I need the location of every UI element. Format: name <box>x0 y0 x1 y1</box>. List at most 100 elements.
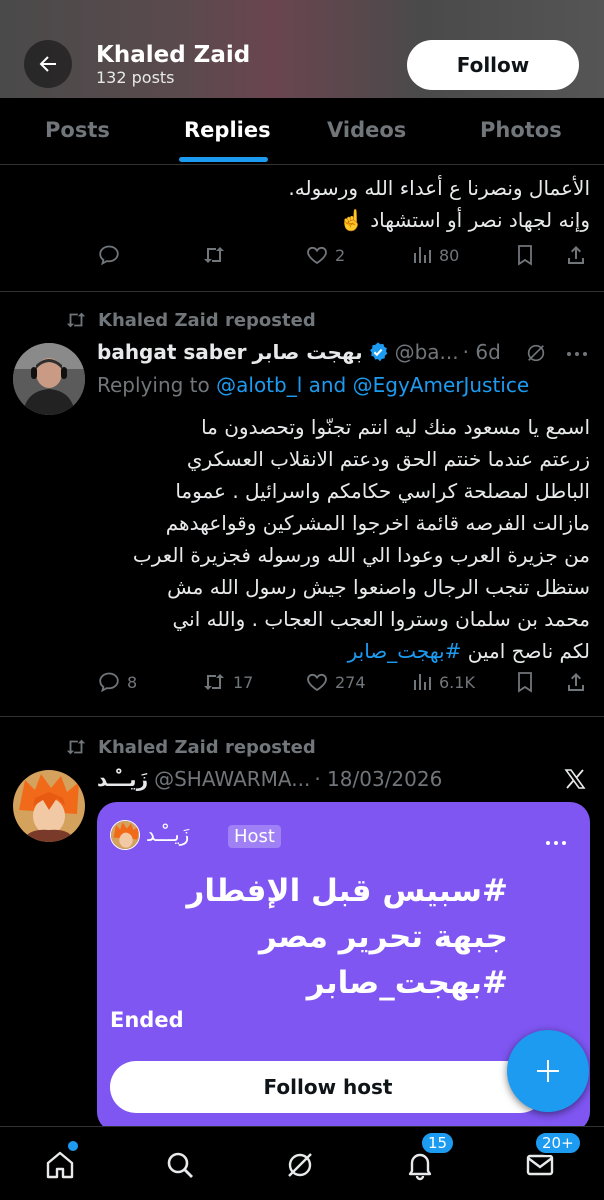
share-button[interactable] <box>565 243 587 267</box>
grok-icon <box>288 1153 312 1177</box>
like-button[interactable]: 274 <box>305 670 366 694</box>
repost-indicator: Khaled Zaid reposted <box>64 309 316 331</box>
tweet-text-line: اسمع يا مسعود منك ليه انتم تجنّوا وتحصدو… <box>201 415 590 439</box>
tweet-divider <box>0 716 604 717</box>
retweet-button[interactable]: 17 <box>201 670 253 694</box>
tweet-text-line: من جزيرة العرب وعودا الي الله ورسوله فجز… <box>132 543 590 567</box>
active-tab-indicator <box>179 157 268 162</box>
tweet-text-line: الأعمال ونصرنا ع أعداء الله ورسوله. <box>288 176 590 200</box>
view-count: 6.1K <box>439 672 475 692</box>
more-options-icon[interactable] <box>544 839 568 847</box>
space-host-avatar <box>110 820 140 850</box>
nav-messages[interactable]: 20+ <box>520 1131 582 1185</box>
repost-label: Khaled Zaid reposted <box>98 309 316 331</box>
profile-tabs: Posts Replies Videos Photos <box>0 98 604 164</box>
share-icon <box>568 246 584 264</box>
views-button[interactable]: 6.1K <box>411 670 475 694</box>
share-icon <box>568 673 584 691</box>
follow-button[interactable]: Follow <box>407 40 579 90</box>
tweet-actions: 2 80 <box>97 243 587 273</box>
reply-icon <box>99 245 119 266</box>
user-photo-icon <box>13 343 85 415</box>
retweet-button[interactable] <box>201 243 227 267</box>
tweet-divider <box>0 291 604 292</box>
plus-icon <box>537 1060 559 1082</box>
hashtag-link[interactable]: #بهجت_صابر <box>348 639 462 663</box>
tab-videos[interactable]: Videos <box>327 118 406 142</box>
reply-button[interactable] <box>97 243 121 267</box>
like-button[interactable]: 2 <box>305 243 345 267</box>
bar-chart-icon <box>414 674 431 690</box>
retweet-icon <box>66 312 86 328</box>
nav-home[interactable] <box>40 1141 80 1185</box>
post-count: 132 posts <box>96 68 175 87</box>
tab-replies[interactable]: Replies <box>184 118 271 142</box>
home-icon <box>46 1151 74 1179</box>
replying-to-prefix: Replying to <box>97 373 210 397</box>
nav-notifications[interactable]: 15 <box>400 1131 456 1185</box>
nav-search[interactable] <box>160 1145 200 1185</box>
bar-chart-icon <box>414 247 431 263</box>
messages-badge: 20+ <box>534 1131 582 1155</box>
tweet-actions: 8 17 274 6.1K <box>97 670 587 700</box>
compose-button[interactable] <box>507 1030 589 1112</box>
bookmark-icon <box>518 672 532 693</box>
author-name[interactable]: bahgat saber <box>97 340 247 364</box>
reply-icon <box>99 672 119 693</box>
tabs-divider <box>0 164 604 165</box>
search-icon <box>167 1152 193 1178</box>
heart-icon <box>307 246 327 265</box>
replying-to-handles[interactable]: @alotb_l and @EgyAmerJustice <box>216 373 529 397</box>
author-name-arabic[interactable]: بهجت صابر <box>253 340 363 364</box>
author-handle: @ba... <box>394 340 459 364</box>
arrow-left-icon <box>39 56 56 72</box>
avatar[interactable] <box>13 770 85 842</box>
bookmark-icon <box>518 245 532 266</box>
retweet-icon <box>204 674 224 690</box>
profile-name: Khaled Zaid <box>96 42 251 68</box>
home-unread-dot <box>68 1141 78 1151</box>
reply-button[interactable]: 8 <box>97 670 137 694</box>
nav-grok[interactable] <box>280 1145 320 1185</box>
anime-avatar-icon <box>13 770 85 842</box>
tweet-text-fragment: لكم ناصح امين <box>467 639 590 663</box>
host-badge: Host <box>228 825 281 848</box>
retweet-count: 17 <box>233 672 254 692</box>
author-handle: @SHAWARMA... <box>154 767 311 791</box>
tweet-time: · 6d <box>462 340 501 364</box>
tweet-author-row: زَيــْـد @SHAWARMA... · 18/03/2026 <box>97 767 442 791</box>
tweet-time: · 18/03/2026 <box>314 767 443 791</box>
notifications-badge: 15 <box>420 1131 456 1155</box>
tweet-text-line: محمد بن سلمان وستروا العجب العجاب . والل… <box>172 607 590 631</box>
avatar[interactable] <box>13 343 85 415</box>
space-title: #سبيس قبل الإفطار جبهة تحرير مصر #بهجت_ص… <box>186 873 509 1001</box>
repost-indicator: Khaled Zaid reposted <box>64 736 316 758</box>
heart-icon <box>307 673 327 692</box>
tweet-text-line: ستظل تنجب الرجال واصنعوا جيش رسول الله م… <box>167 575 590 599</box>
repost-label: Khaled Zaid reposted <box>98 736 316 758</box>
space-status: Ended <box>110 1008 184 1032</box>
retweet-icon <box>66 739 86 755</box>
grok-icon[interactable] <box>525 342 547 364</box>
view-count: 80 <box>439 245 460 265</box>
author-name[interactable]: زَيــْـد <box>97 767 148 791</box>
reply-count: 8 <box>127 672 138 692</box>
tab-posts[interactable]: Posts <box>45 118 110 142</box>
back-button[interactable] <box>24 40 72 88</box>
profile-header: Khaled Zaid 132 posts Follow <box>0 0 604 98</box>
tweet-text-line: زرعتم عندما خنتم الحق ودعتم الانقلاب الع… <box>186 447 590 471</box>
like-count: 274 <box>335 672 366 692</box>
share-button[interactable] <box>565 670 587 694</box>
space-host-name: زَيــْـد <box>146 822 190 846</box>
bookmark-button[interactable] <box>514 243 536 267</box>
tab-photos[interactable]: Photos <box>480 118 562 142</box>
verified-badge-icon <box>369 342 387 362</box>
x-logo-icon[interactable] <box>563 767 587 791</box>
follow-host-button[interactable]: Follow host <box>110 1061 546 1113</box>
bookmark-button[interactable] <box>514 670 536 694</box>
more-options-icon[interactable] <box>565 350 589 358</box>
tweet-text-line: مازالت الفرصه قائمة اخرجوا المشركين وقوا… <box>165 511 590 535</box>
bottom-navigation: 15 20+ <box>0 1126 604 1200</box>
views-button[interactable]: 80 <box>411 243 459 267</box>
replying-to-line: Replying to @alotb_l and @EgyAmerJustice <box>97 373 529 397</box>
